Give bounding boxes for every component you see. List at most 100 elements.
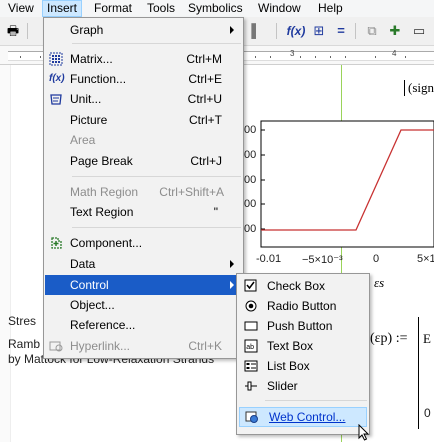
menu-bar: View Insert Format Tools Symbolics Windo… [0, 0, 434, 18]
slider-icon [244, 379, 258, 393]
copy-format-icon[interactable]: ⧉ [363, 22, 381, 40]
epsilon-s-label: εs [374, 275, 385, 290]
menu-item-component[interactable]: Component... [45, 233, 242, 253]
menu-item-control[interactable]: Control [45, 275, 242, 295]
definition-icon[interactable]: = [332, 22, 350, 40]
menu-item-shortcut: Ctrl+Shift+A [159, 185, 224, 199]
menu-item-graph[interactable]: Graph [45, 20, 242, 40]
y-tick-label: 00 [244, 174, 257, 186]
menu-item-area[interactable]: Area [45, 130, 242, 150]
control-submenu: Check Box Radio Button Push Button ab Te… [236, 273, 370, 435]
menu-item-label: Control [70, 278, 109, 292]
sign-expression: (sign [404, 80, 434, 96]
menu-item-function[interactable]: f(x) Function... Ctrl+E [45, 69, 242, 89]
menu-item-shortcut: Ctrl+E [188, 72, 222, 86]
x-tick-label: 5×10 [417, 253, 434, 265]
unit-icon [49, 92, 63, 106]
menu-item-hyperlink[interactable]: Hyperlink... Ctrl+K [45, 336, 242, 356]
menu-item-label: Area [70, 133, 96, 147]
menu-format[interactable]: Format [90, 1, 136, 16]
menu-item-shortcut: Ctrl+U [187, 92, 222, 106]
menu-item-shortcut: Ctrl+M [186, 52, 222, 66]
menu-item-reference[interactable]: Reference... [45, 315, 242, 335]
menu-tools[interactable]: Tools [143, 1, 179, 16]
hyperlink-icon [49, 339, 63, 353]
ruler-number: 3 [290, 49, 295, 58]
component-icon [49, 236, 63, 250]
submenu-item-list-box[interactable]: List Box [238, 356, 368, 376]
push-button-icon [244, 319, 258, 333]
x-tick-label: −5×10⁻³ [302, 254, 343, 266]
insert-unit-icon[interactable]: ⊞ [310, 22, 328, 40]
ruler-number: 4 [392, 49, 397, 58]
submenu-item-label: Web Control... [269, 410, 346, 424]
submenu-item-radio-button[interactable]: Radio Button [238, 296, 368, 316]
menu-item-text-region[interactable]: Text Region " [45, 202, 242, 222]
y-tick-label: 00 [244, 223, 257, 235]
menu-item-shortcut: " [213, 205, 218, 219]
menu-item-label: Hyperlink... [70, 339, 131, 353]
menu-item-object[interactable]: Object... [45, 295, 242, 315]
menu-item-label: Page Break [70, 154, 133, 168]
menu-item-picture[interactable]: Picture Ctrl+T [45, 110, 242, 130]
menu-item-label: Object... [70, 298, 115, 312]
menu-item-label: Math Region [70, 185, 139, 199]
menu-item-label: Matrix... [70, 52, 113, 66]
print-icon[interactable]: 🖶 [4, 22, 22, 40]
submenu-item-label: Push Button [267, 319, 333, 333]
submenu-item-text-box[interactable]: ab Text Box [238, 336, 368, 356]
stress-heading: Stres [8, 314, 37, 328]
submenu-item-web-control[interactable]: Web Control... [239, 407, 367, 427]
submenu-item-label: Text Box [267, 339, 314, 353]
toolbar-fragment-icon[interactable]: ▌ [251, 22, 261, 40]
matrix-icon [49, 52, 63, 66]
submenu-arrow-icon [230, 260, 234, 268]
menu-item-label: Data [70, 257, 96, 271]
svg-text:ab: ab [246, 344, 254, 351]
submenu-item-label: Slider [267, 379, 298, 393]
menu-item-label: Text Region [70, 205, 134, 219]
menu-item-label: Function... [70, 72, 127, 86]
epsilon-p-definition: (εp) := [370, 331, 408, 346]
x-tick-label: -0.01 [256, 253, 282, 265]
submenu-item-label: Radio Button [267, 299, 337, 313]
menu-item-shortcut: Ctrl+T [189, 113, 222, 127]
region-icon[interactable]: ▭ [410, 22, 428, 40]
submenu-arrow-icon [230, 26, 234, 34]
menu-item-label: Picture [70, 113, 108, 127]
menu-item-label: Reference... [70, 318, 136, 332]
x-tick-label: 0 [373, 253, 380, 265]
modulus-symbol: E [423, 331, 431, 346]
menu-insert[interactable]: Insert [42, 0, 83, 17]
mouse-cursor-icon [358, 423, 370, 441]
menu-view[interactable]: View [4, 1, 38, 16]
submenu-item-check-box[interactable]: Check Box [238, 276, 368, 296]
menu-item-shortcut: Ctrl+J [190, 154, 222, 168]
insert-function-icon[interactable]: f(x) [285, 22, 307, 40]
menu-window[interactable]: Window [254, 1, 305, 16]
checkbox-icon [244, 279, 258, 293]
plot-region[interactable] [256, 117, 434, 267]
menu-item-unit[interactable]: Unit... Ctrl+U [45, 89, 242, 109]
ramberg-heading: Ramb [8, 337, 41, 351]
menu-item-shortcut: Ctrl+K [188, 339, 222, 353]
submenu-item-label: List Box [267, 359, 310, 373]
submenu-item-label: Check Box [267, 279, 326, 293]
menu-item-data[interactable]: Data [45, 254, 242, 274]
menu-item-math-region[interactable]: Math Region Ctrl+Shift+A [45, 182, 242, 202]
matrix-zero: 0 [424, 406, 431, 420]
radio-button-icon [244, 299, 258, 313]
menu-symbolics[interactable]: Symbolics [184, 1, 247, 16]
list-box-icon [244, 359, 258, 373]
web-control-icon [245, 410, 259, 424]
submenu-arrow-icon [230, 281, 234, 289]
menu-item-label: Unit... [70, 92, 102, 106]
component-icon[interactable]: ✚ [386, 22, 404, 40]
menu-help[interactable]: Help [314, 1, 347, 16]
menu-item-matrix[interactable]: Matrix... Ctrl+M [45, 49, 242, 69]
submenu-item-push-button[interactable]: Push Button [238, 316, 368, 336]
y-tick-label: 00 [244, 149, 257, 161]
menu-item-page-break[interactable]: Page Break Ctrl+J [45, 151, 242, 171]
menu-item-label: Graph [70, 23, 104, 37]
submenu-item-slider[interactable]: Slider [238, 376, 368, 396]
